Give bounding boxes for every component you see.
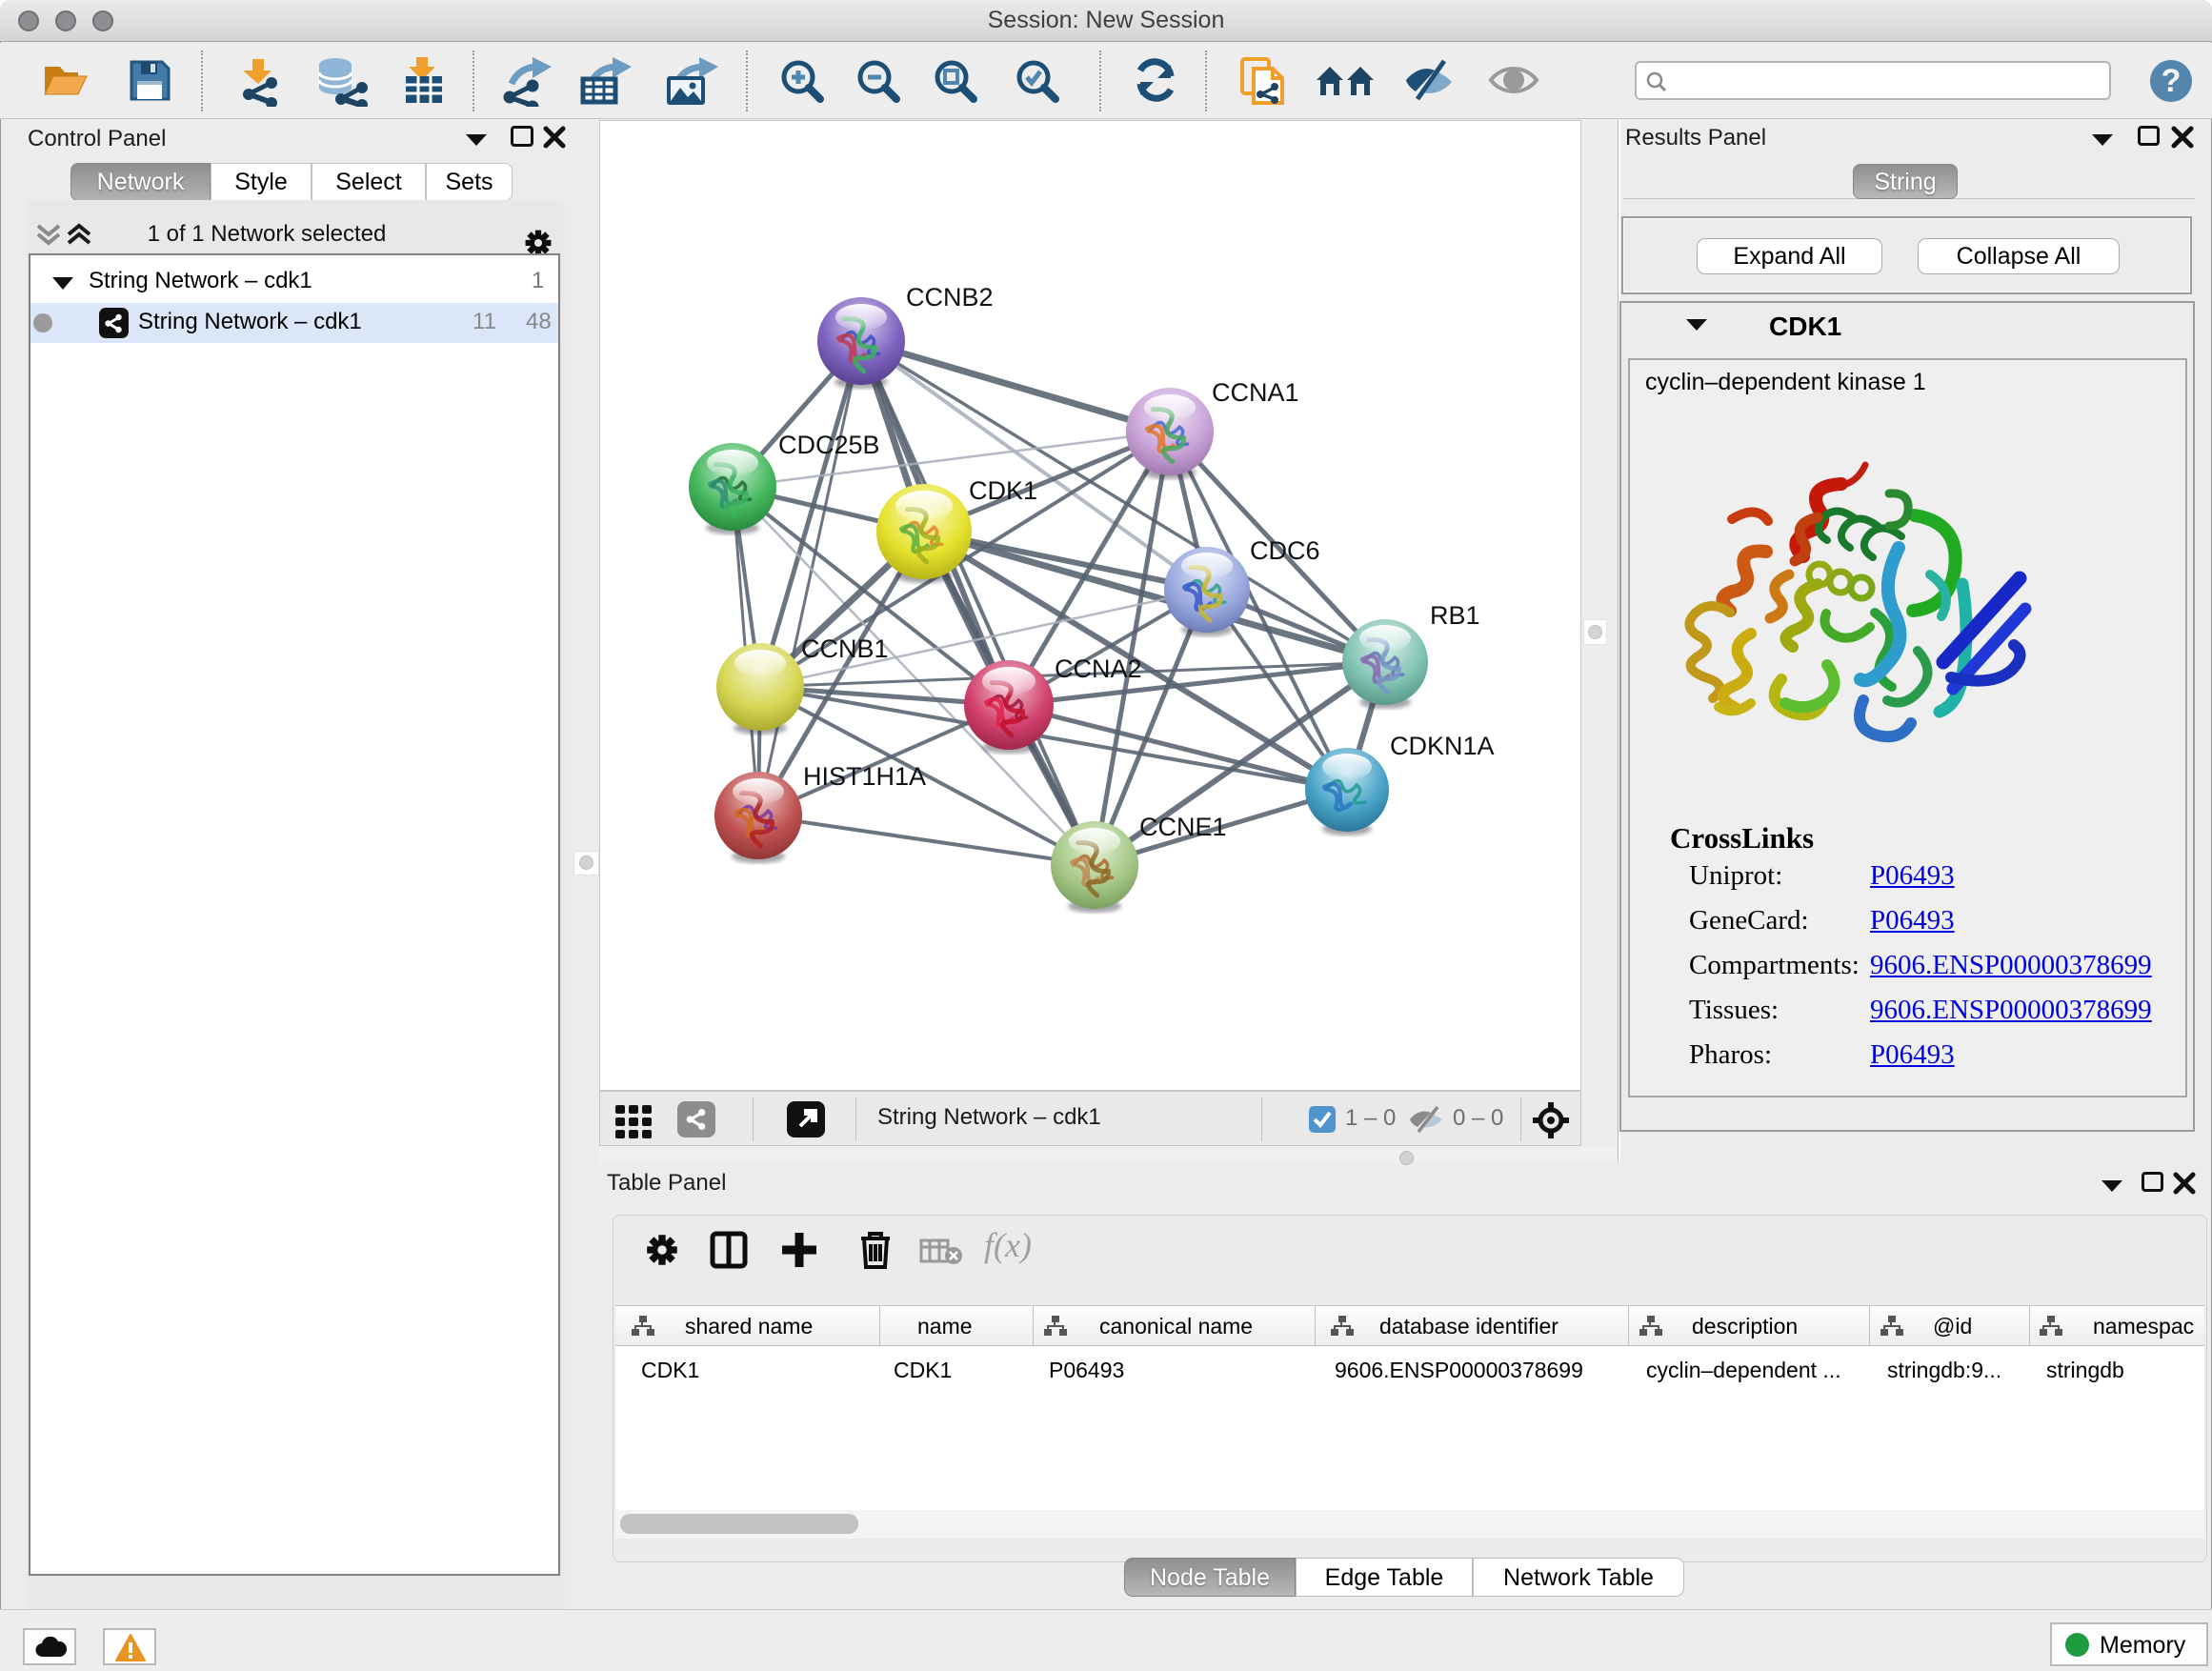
svg-text:RB1: RB1 <box>1430 601 1480 630</box>
svg-text:CDK1: CDK1 <box>969 476 1037 505</box>
svg-text:CDKN1A: CDKN1A <box>1390 732 1495 760</box>
svg-text:CCNB2: CCNB2 <box>906 283 994 312</box>
svg-text:CCNA1: CCNA1 <box>1212 378 1299 407</box>
svg-text:CDC25B: CDC25B <box>778 431 880 459</box>
svg-text:HIST1H1A: HIST1H1A <box>803 762 926 791</box>
svg-text:CCNB1: CCNB1 <box>801 634 889 663</box>
svg-text:CCNA2: CCNA2 <box>1055 654 1142 683</box>
svg-text:CDC6: CDC6 <box>1250 536 1320 565</box>
svg-text:CCNE1: CCNE1 <box>1139 813 1227 841</box>
